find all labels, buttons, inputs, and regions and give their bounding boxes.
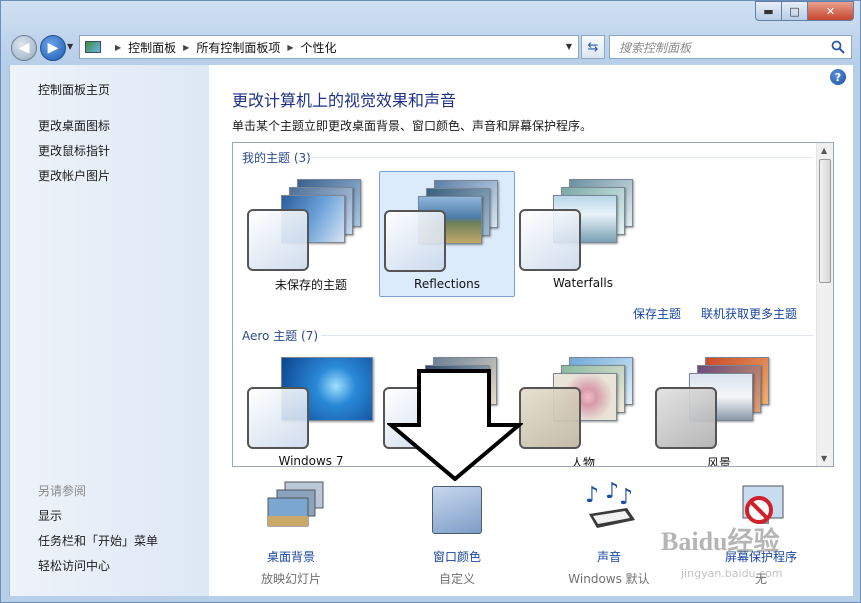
sidebar: 控制面板主页 更改桌面图标 更改鼠标指针 更改帐户图片 另请参阅 显示 任务栏和… bbox=[9, 65, 209, 596]
address-dropdown-icon[interactable]: ▼ bbox=[566, 42, 572, 51]
breadcrumb-control-panel[interactable]: 控制面板 bbox=[128, 39, 176, 56]
recent-pages-dropdown-icon[interactable]: ▼ bbox=[67, 42, 73, 51]
scroll-up-icon[interactable]: ▲ bbox=[821, 146, 827, 155]
color-swatch bbox=[384, 210, 446, 272]
sidebar-link-mouse-pointers[interactable]: 更改鼠标指针 bbox=[38, 142, 110, 159]
see-also-heading: 另请参阅 bbox=[38, 484, 87, 498]
color-swatch bbox=[519, 387, 581, 449]
breadcrumb-personalization[interactable]: 个性化 bbox=[301, 39, 337, 56]
watermark-url: jingyan.baidu.com bbox=[681, 567, 783, 580]
bottom-item-label[interactable]: 声音 bbox=[539, 548, 679, 565]
page-title: 更改计算机上的视觉效果和声音 bbox=[232, 91, 457, 110]
see-also-ease-of-access[interactable]: 轻松访问中心 bbox=[38, 557, 110, 574]
desktop-background-button[interactable]: 桌面背景 放映幻灯片 bbox=[221, 472, 361, 588]
back-button[interactable]: ◀ bbox=[11, 35, 37, 61]
theme-label: 人物 bbox=[570, 456, 595, 467]
theme-list: 我的主题 (3) 未保存的主题 Reflections Waterfalls 保… bbox=[232, 142, 834, 467]
forward-button[interactable]: ▶ bbox=[40, 35, 66, 61]
help-icon[interactable]: ? bbox=[830, 69, 846, 85]
watermark-logo: Baidu经验 bbox=[661, 527, 780, 556]
save-theme-link[interactable]: 保存主题 bbox=[633, 305, 681, 322]
address-bar[interactable]: ▶ 控制面板 ▶ 所有控制面板项 ▶ 个性化 ▼ bbox=[79, 35, 579, 59]
minimize-button[interactable]: ▬ bbox=[755, 1, 782, 21]
theme-label: 风景 bbox=[706, 456, 731, 467]
sounds-icon: ♪ ♪ ♪ bbox=[585, 482, 635, 528]
theme-waterfalls[interactable]: Waterfalls bbox=[515, 171, 651, 297]
bottom-item-value: 自定义 bbox=[438, 572, 475, 586]
chevron-right-icon[interactable]: ▶ bbox=[287, 43, 293, 52]
down-arrow-annotation bbox=[387, 369, 523, 481]
page-description: 单击某个主题立即更改桌面背景、窗口颜色、声音和屏幕保护程序。 bbox=[232, 119, 593, 133]
sidebar-link-desktop-icons[interactable]: 更改桌面图标 bbox=[38, 117, 110, 134]
window-color-button[interactable]: 窗口颜色 自定义 bbox=[387, 472, 527, 588]
caption-buttons: ▬ □ ✕ bbox=[755, 1, 854, 21]
scroll-down-icon[interactable]: ▼ bbox=[821, 454, 827, 463]
search-box[interactable]: 搜索控制面板 bbox=[609, 35, 852, 59]
divider bbox=[309, 157, 813, 158]
desktop-background-icon bbox=[267, 481, 324, 527]
breadcrumb-all-items[interactable]: 所有控制面板项 bbox=[196, 39, 280, 56]
refresh-icon: ⇆ bbox=[587, 39, 599, 55]
scrollbar-thumb[interactable] bbox=[819, 159, 831, 283]
svg-text:♪: ♪ bbox=[605, 482, 619, 504]
theme-label: Windows 7 bbox=[278, 454, 344, 467]
see-also-display[interactable]: 显示 bbox=[38, 507, 62, 524]
theme-reflections[interactable]: Reflections bbox=[379, 171, 515, 297]
search-input[interactable]: 搜索控制面板 bbox=[619, 39, 691, 56]
get-more-themes-link[interactable]: 联机获取更多主题 bbox=[701, 305, 797, 322]
color-swatch bbox=[247, 209, 309, 271]
theme-landscapes[interactable]: 风景 bbox=[651, 349, 787, 467]
navigation-bar: ◀ ▶ ▼ ▶ 控制面板 ▶ 所有控制面板项 ▶ 个性化 ▼ ⇆ 搜索控制面板 bbox=[9, 33, 852, 61]
theme-unsaved[interactable]: 未保存的主题 bbox=[243, 171, 379, 297]
bottom-item-value: Windows 默认 bbox=[568, 572, 650, 586]
chevron-right-icon[interactable]: ▶ bbox=[183, 43, 189, 52]
sidebar-link-account-picture[interactable]: 更改帐户图片 bbox=[38, 167, 110, 184]
my-themes-heading: 我的主题 (3) bbox=[242, 151, 311, 165]
bottom-item-value: 放映幻灯片 bbox=[260, 572, 321, 586]
chevron-right-icon[interactable]: ▶ bbox=[115, 43, 121, 52]
theme-windows-7[interactable]: Windows 7 bbox=[243, 349, 379, 467]
main-content: ? 更改计算机上的视觉效果和声音 单击某个主题立即更改桌面背景、窗口颜色、声音和… bbox=[209, 65, 853, 596]
divider bbox=[321, 335, 813, 336]
explorer-window: ▬ □ ✕ ◀ ▶ ▼ ▶ 控制面板 ▶ 所有控制面板项 ▶ 个性化 ▼ ⇆ 搜… bbox=[0, 0, 861, 603]
color-swatch bbox=[655, 387, 717, 449]
theme-list-scrollbar[interactable]: ▲ ▼ bbox=[816, 143, 833, 466]
color-swatch bbox=[519, 209, 581, 271]
close-button[interactable]: ✕ bbox=[808, 1, 854, 21]
bottom-item-label[interactable]: 窗口颜色 bbox=[387, 548, 527, 565]
sidebar-link-home[interactable]: 控制面板主页 bbox=[38, 81, 110, 98]
search-icon[interactable] bbox=[831, 40, 845, 54]
refresh-button[interactable]: ⇆ bbox=[581, 35, 605, 59]
see-also-taskbar[interactable]: 任务栏和「开始」菜单 bbox=[38, 532, 158, 549]
control-panel-icon bbox=[84, 40, 102, 54]
theme-label: Reflections bbox=[414, 277, 480, 291]
theme-label: 未保存的主题 bbox=[274, 278, 347, 292]
aero-themes-heading: Aero 主题 (7) bbox=[242, 329, 319, 343]
bottom-item-label[interactable]: 桌面背景 bbox=[221, 548, 361, 565]
window-color-icon bbox=[432, 486, 482, 534]
svg-text:♪: ♪ bbox=[585, 483, 599, 508]
svg-text:♪: ♪ bbox=[619, 485, 633, 510]
color-swatch bbox=[247, 387, 309, 449]
theme-characters[interactable]: 人物 bbox=[515, 349, 651, 467]
sounds-button[interactable]: ♪ ♪ ♪ 声音 Windows 默认 bbox=[539, 472, 679, 588]
theme-label: Waterfalls bbox=[553, 276, 613, 290]
maximize-button[interactable]: □ bbox=[782, 1, 808, 21]
